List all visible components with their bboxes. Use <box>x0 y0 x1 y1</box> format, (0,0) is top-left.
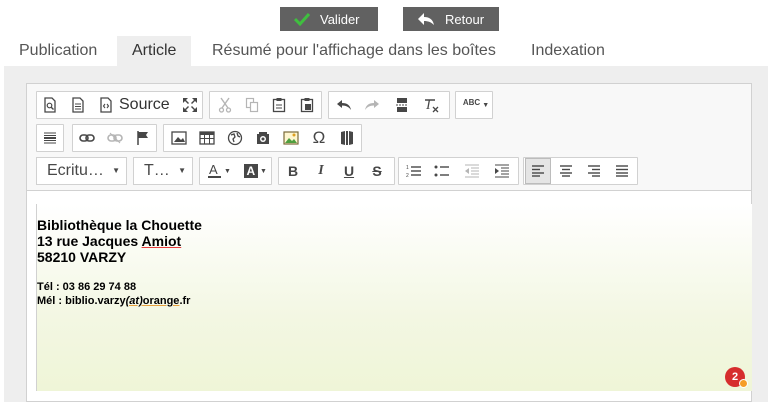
document-tools-group: Source <box>36 91 203 119</box>
validate-button[interactable]: Valider <box>280 7 378 31</box>
italic-icon[interactable]: I <box>308 158 334 184</box>
chevron-down-icon: ▼ <box>482 101 490 109</box>
bulleted-list-icon[interactable] <box>429 158 455 184</box>
paste-icon[interactable] <box>266 92 292 118</box>
svg-text:A: A <box>209 163 218 177</box>
paragraph-group <box>36 124 64 152</box>
spellcheck-icon[interactable]: ABC ▼ <box>460 92 492 118</box>
redo-icon[interactable] <box>359 92 385 118</box>
editor-content-area[interactable]: Bibliothèque la Chouette 13 rue Jacques … <box>36 204 752 391</box>
strikethrough-icon[interactable]: S <box>364 158 390 184</box>
table-icon[interactable] <box>194 125 220 151</box>
links-group <box>72 124 157 152</box>
align-center-icon[interactable] <box>553 158 579 184</box>
align-right-icon[interactable] <box>581 158 607 184</box>
content-line-library: Bibliothèque la Chouette <box>37 217 202 233</box>
background-color-icon[interactable]: A ▼ <box>238 158 272 184</box>
unlink-icon[interactable] <box>102 125 128 151</box>
special-char-omega-icon[interactable]: Ω <box>306 125 332 151</box>
svg-text:1: 1 <box>406 165 409 171</box>
maximize-icon[interactable] <box>177 92 203 118</box>
reply-arrow-icon <box>417 12 435 26</box>
font-size-select-value: T… <box>144 162 170 179</box>
cut-icon[interactable] <box>212 92 238 118</box>
outdent-icon[interactable] <box>459 158 485 184</box>
bold-icon[interactable]: B <box>280 158 306 184</box>
font-size-select[interactable]: T… ▼ <box>133 157 193 185</box>
validate-label: Valider <box>320 11 360 27</box>
source-button[interactable]: Source <box>93 92 177 118</box>
source-label: Source <box>119 96 170 113</box>
align-left-icon[interactable] <box>525 158 551 184</box>
basic-styles-group: B I U S <box>278 157 395 185</box>
indent-icon[interactable] <box>489 158 515 184</box>
alignment-group <box>523 157 638 185</box>
misspelled-word: Amiot <box>141 233 182 249</box>
horizontal-rule-icon[interactable] <box>37 125 63 151</box>
copy-icon[interactable] <box>239 92 265 118</box>
text-color-icon[interactable]: A ▼ <box>202 158 236 184</box>
list-group: 12 <box>398 157 519 185</box>
new-page-icon[interactable] <box>65 92 91 118</box>
chevron-down-icon: ▼ <box>112 166 120 175</box>
chevron-down-icon: ▼ <box>178 166 186 175</box>
image-icon[interactable] <box>166 125 192 151</box>
content-line-city: 58210 VARZY <box>37 249 127 265</box>
content-line-email: Mél : biblio.varzy(at)orange.fr <box>37 295 191 307</box>
media-embed-icon[interactable] <box>250 125 276 151</box>
paste-text-icon[interactable] <box>294 92 320 118</box>
gallery-icon[interactable] <box>278 125 304 151</box>
badge-status-dot <box>739 379 748 388</box>
top-action-bar: Valider Retour <box>0 0 768 36</box>
format-select[interactable]: Ecritu… ▼ <box>36 157 127 185</box>
chevron-down-icon: ▼ <box>260 167 267 175</box>
back-button[interactable]: Retour <box>403 7 499 31</box>
tab-publication[interactable]: Publication <box>19 36 97 66</box>
chevron-down-icon: ▼ <box>224 167 231 175</box>
underline-icon[interactable]: U <box>336 158 362 184</box>
content-line-phone: Tél : 03 86 29 74 88 <box>37 281 137 293</box>
tab-bar: Publication Article Résumé pour l'affich… <box>0 36 768 66</box>
page-break-icon[interactable] <box>389 92 415 118</box>
remove-format-icon[interactable]: I <box>419 92 445 118</box>
anchor-flag-icon[interactable] <box>130 125 156 151</box>
preview-icon[interactable] <box>37 92 63 118</box>
tab-summary[interactable]: Résumé pour l'affichage dans les boîtes <box>212 36 496 66</box>
editor-toolbar: Source I A BC ▼ Ω Ecritu… ▼ T… ▼ A ▼ A ▼ … <box>26 83 752 191</box>
tab-indexation[interactable]: Indexation <box>531 36 605 66</box>
format-select-value: Ecritu… <box>47 162 104 179</box>
back-label: Retour <box>445 11 485 27</box>
book-icon[interactable] <box>334 125 360 151</box>
history-group: I <box>328 91 450 119</box>
spellcheck-group: ABC ▼ <box>455 91 493 119</box>
insert-group: Ω <box>163 124 362 152</box>
source-icon <box>100 97 112 113</box>
numbered-list-icon[interactable]: 12 <box>401 158 427 184</box>
check-icon <box>294 12 310 26</box>
iframe-globe-icon[interactable] <box>222 125 248 151</box>
link-icon[interactable] <box>74 125 100 151</box>
align-justify-icon[interactable] <box>609 158 635 184</box>
tab-article[interactable]: Article <box>117 36 192 66</box>
clipboard-group <box>209 91 322 119</box>
content-line-street: 13 rue Jacques Amiot <box>37 233 182 249</box>
svg-text:A: A <box>247 164 256 178</box>
color-group: A ▼ A ▼ <box>199 157 272 185</box>
undo-icon[interactable] <box>331 92 357 118</box>
svg-text:2: 2 <box>406 173 409 178</box>
